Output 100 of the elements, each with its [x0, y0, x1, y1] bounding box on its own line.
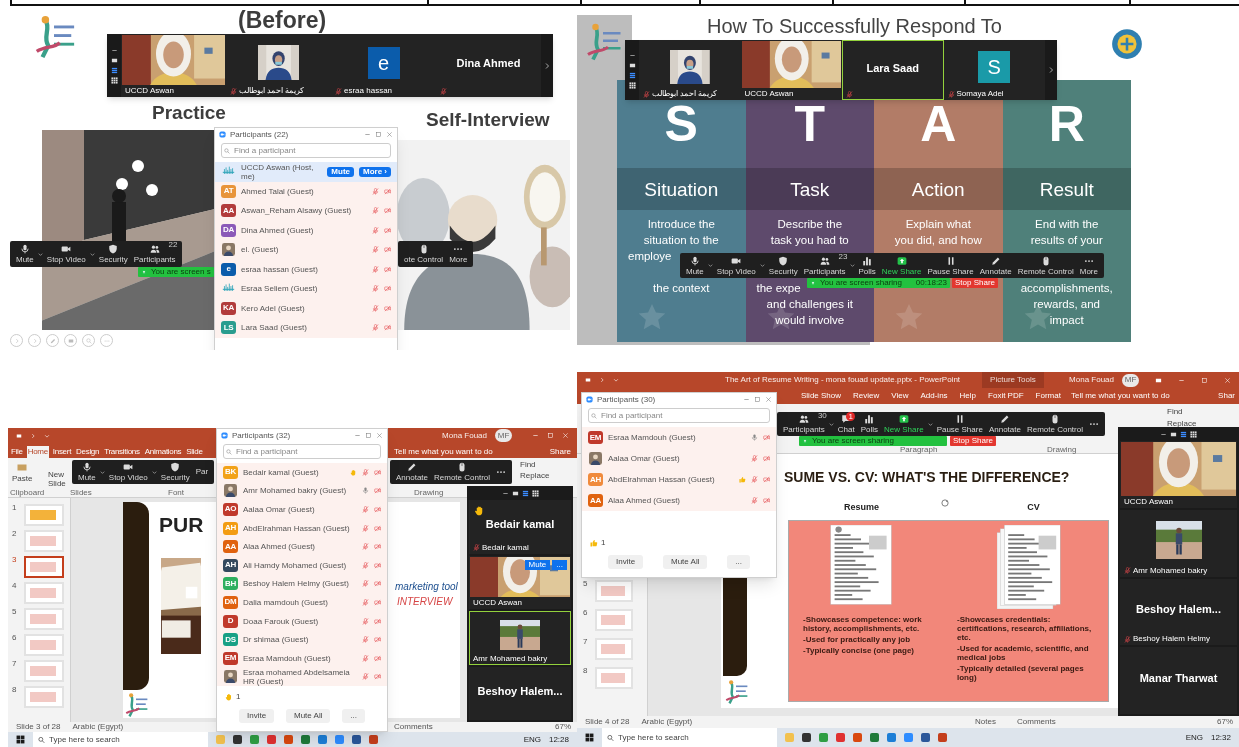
participant-row[interactable]: el. (Guest): [215, 240, 397, 260]
participant-row[interactable]: AA Alaa Ahmed (Guest): [582, 490, 776, 511]
muted-microphone-icon[interactable]: [362, 654, 369, 662]
muted-microphone-icon[interactable]: [362, 524, 369, 532]
chevron-right-icon[interactable]: [599, 377, 605, 383]
stop-share-button[interactable]: Stop Share: [952, 278, 999, 288]
ribbon-button[interactable]: Find: [520, 461, 536, 469]
muted-microphone-icon[interactable]: [362, 580, 369, 588]
share-button[interactable]: Share: [549, 448, 571, 456]
footer-button[interactable]: Invite: [607, 555, 644, 569]
muted-microphone-icon[interactable]: [751, 497, 758, 504]
ribbon-tab[interactable]: Design: [75, 446, 101, 458]
toolbar-button[interactable]: Security: [765, 253, 801, 278]
search-field[interactable]: Type here to search: [33, 732, 208, 747]
muted-microphone-icon[interactable]: [362, 636, 369, 644]
tile-button[interactable]: ...: [552, 559, 567, 570]
minimize-icon[interactable]: [110, 47, 118, 54]
video-off-icon[interactable]: [374, 598, 381, 606]
video-off-icon[interactable]: [384, 304, 391, 312]
status-button[interactable]: Comments: [394, 723, 433, 731]
grid-view-icon[interactable]: [110, 77, 118, 84]
video-off-icon[interactable]: [374, 506, 381, 513]
toolbar-button[interactable]: ote Control: [401, 241, 447, 267]
muted-microphone-icon[interactable]: [372, 207, 379, 215]
ribbon-tab[interactable]: Transitions: [103, 446, 141, 458]
search-field[interactable]: Type here to search: [602, 728, 777, 747]
strip-view-icon[interactable]: [521, 489, 529, 497]
video-off-icon[interactable]: [384, 226, 391, 234]
caret-icon[interactable]: [706, 262, 714, 269]
chevron-right-icon[interactable]: [543, 61, 551, 70]
toolbar-button[interactable]: Participants 22: [130, 241, 179, 267]
ribbon-tab[interactable]: Slide Show: [799, 390, 844, 402]
caret-icon[interactable]: [926, 420, 934, 428]
search-field[interactable]: Find a participant: [221, 143, 391, 158]
muted-microphone-icon[interactable]: [372, 265, 379, 273]
row-action-button[interactable]: More ›: [359, 166, 391, 177]
chevron-down-icon[interactable]: [44, 432, 50, 439]
tell-me-field[interactable]: Tell me what you want to do: [394, 448, 493, 456]
muted-microphone-icon[interactable]: [362, 543, 369, 551]
toolbar-button[interactable]: Annotate: [985, 412, 1024, 436]
participant-row[interactable]: EM Esraa Mamdouh (Guest): [582, 427, 776, 448]
toolbar-button[interactable]: Polls: [857, 412, 882, 436]
toolbar-button[interactable]: New Share: [881, 412, 927, 436]
video-off-icon[interactable]: [374, 580, 381, 588]
status-button[interactable]: Comments: [1017, 718, 1056, 726]
clock-text[interactable]: 12:28: [548, 735, 569, 744]
toolbar-button[interactable]: Annotate: [393, 460, 432, 484]
participant-row[interactable]: AH AbdElrahman Hassan (Guest): [582, 469, 776, 490]
strip-view-icon[interactable]: [628, 71, 636, 79]
ribbon-tab[interactable]: Help: [957, 390, 979, 402]
ribbon-tab[interactable]: Home: [26, 446, 49, 458]
video-off-icon[interactable]: [763, 476, 770, 483]
user-avatar[interactable]: MF: [495, 429, 512, 442]
muted-microphone-icon[interactable]: [372, 246, 379, 254]
ribbon-tab[interactable]: Slide: [185, 446, 204, 458]
ribbon-tab[interactable]: Add-ins: [918, 390, 950, 402]
participant-row[interactable]: e esraa hassan (Guest): [215, 259, 397, 279]
toolbar-button[interactable]: Security: [95, 241, 131, 267]
video-off-icon[interactable]: [374, 654, 381, 662]
windows-logo-icon[interactable]: [585, 733, 594, 742]
participant-row[interactable]: KA Kero Adel (Guest): [215, 298, 397, 318]
participant-row[interactable]: LS Lara Saad (Guest): [215, 318, 397, 338]
ribbon-tab[interactable]: Review: [851, 390, 882, 402]
video-off-icon[interactable]: [384, 265, 391, 273]
ribbon-button[interactable]: New Slide: [48, 470, 70, 488]
footer-button[interactable]: ...: [727, 555, 751, 569]
video-off-icon[interactable]: [384, 324, 391, 332]
toolbar-button[interactable]: Mute: [13, 241, 37, 267]
video-off-icon[interactable]: [763, 455, 770, 462]
footer-button[interactable]: ...: [342, 709, 366, 723]
language-indicator[interactable]: ENG: [523, 735, 541, 744]
toolbar-button[interactable]: Stop Video: [713, 253, 759, 278]
muted-microphone-icon[interactable]: [751, 455, 758, 462]
ribbon-tab[interactable]: File: [10, 446, 24, 458]
participant-row[interactable]: AA Aswan_Reham Alsawy (Guest): [215, 201, 397, 221]
ribbon-tab[interactable]: View: [889, 390, 911, 402]
toolbar-button[interactable]: New Share: [878, 253, 925, 278]
participant-row[interactable]: AT Ahmed Talal (Guest): [215, 181, 397, 201]
row-action-button[interactable]: Mute: [327, 166, 354, 177]
caret-icon[interactable]: [758, 262, 766, 269]
zoom-level[interactable]: 67%: [555, 723, 571, 731]
stop-share-button[interactable]: Stop Share: [950, 436, 997, 446]
caret-icon[interactable]: [36, 250, 44, 258]
muted-microphone-icon[interactable]: [362, 561, 369, 569]
muted-microphone-icon[interactable]: [362, 506, 369, 513]
toolbar-button[interactable]: Mute: [75, 460, 99, 484]
ribbon-button[interactable]: Replace: [1167, 420, 1197, 428]
muted-microphone-icon[interactable]: [372, 304, 379, 312]
video-off-icon[interactable]: [384, 207, 391, 215]
status-button[interactable]: Notes: [975, 718, 996, 726]
ribbon-tab[interactable]: Insert: [51, 446, 73, 458]
close-icon[interactable]: [765, 396, 772, 403]
caret-icon[interactable]: [827, 420, 835, 428]
ribbon-button[interactable]: Replace: [520, 472, 550, 480]
muted-microphone-icon[interactable]: [362, 468, 369, 476]
muted-microphone-icon[interactable]: [362, 673, 369, 681]
slide-thumbnail[interactable]: [24, 556, 64, 578]
microphone-icon[interactable]: [362, 487, 369, 495]
toolbar-button[interactable]: Participants 23: [800, 253, 849, 278]
toolbar-button[interactable]: Annotate: [976, 253, 1015, 278]
